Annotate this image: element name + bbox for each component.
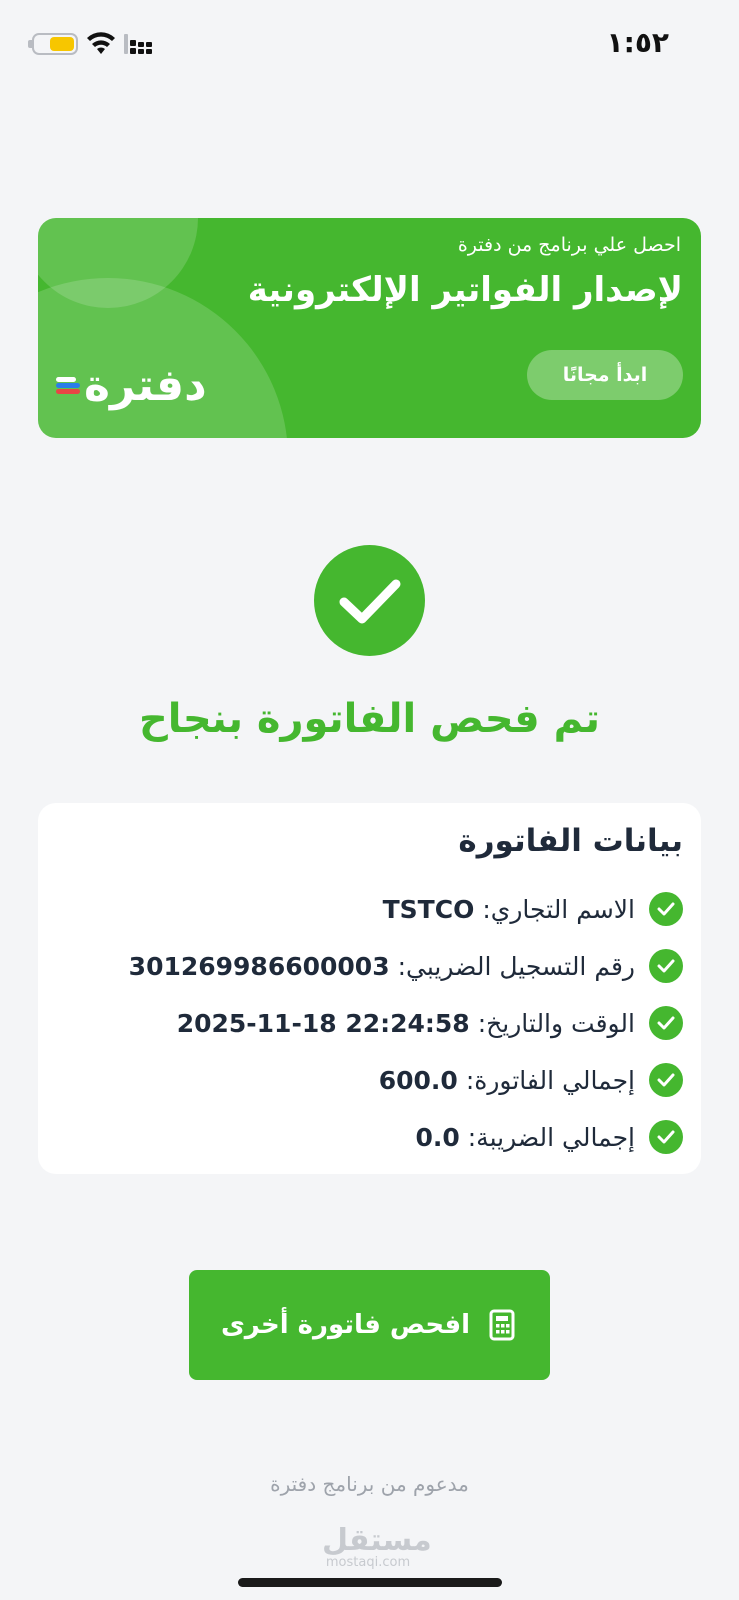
detail-label: رقم التسجيل الضريبي:: [397, 951, 635, 981]
check-circle-icon: [649, 1063, 683, 1097]
button-label: افحص فاتورة أخرى: [220, 1310, 471, 1340]
watermark-arabic: مستقل: [322, 1523, 432, 1558]
wifi-icon: [87, 32, 115, 54]
check-icon: [314, 545, 425, 656]
cellular-signal-icon: [124, 34, 152, 54]
detail-row-tax-number: رقم التسجيل الضريبي: 301269986600003: [129, 946, 683, 986]
detail-value: 600.0: [378, 1065, 458, 1095]
detail-row-datetime: الوقت والتاريخ: 2025-11-18 22:24:58: [177, 1003, 683, 1043]
promo-banner[interactable]: احصل علي برنامج من دفترة لإصدار الفواتير…: [38, 218, 701, 438]
success-message: تم فحص الفاتورة بنجاح: [138, 696, 601, 742]
detail-row-invoice-total: إجمالي الفاتورة: 600.0: [379, 1060, 683, 1100]
home-indicator[interactable]: [238, 1578, 502, 1587]
watermark-latin: mostaqi.com: [325, 1555, 411, 1570]
invoice-details-card: بيانات الفاتورة الاسم التجاري: TSTCO رقم…: [38, 803, 701, 1174]
check-circle-icon: [649, 949, 683, 983]
detail-value: 301269986600003: [128, 951, 390, 981]
check-circle-icon: [649, 1120, 683, 1154]
check-circle-icon: [649, 1006, 683, 1040]
detail-value: 0.0: [415, 1122, 460, 1152]
banner-title: لإصدار الفواتير الإلكترونية: [247, 270, 683, 310]
powered-by-text: مدعوم من برنامج دفترة: [270, 1472, 469, 1496]
status-time: ١:٥٢: [606, 26, 669, 59]
status-bar: ١:٥٢: [0, 0, 739, 90]
mostaqi-watermark: مستقل mostaqi.com: [322, 1523, 432, 1570]
detail-label: إجمالي الفاتورة:: [465, 1065, 635, 1095]
banner-subtitle: احصل علي برنامج من دفترة: [457, 234, 681, 256]
check-another-invoice-button[interactable]: افحص فاتورة أخرى: [189, 1270, 550, 1380]
card-title: بيانات الفاتورة: [458, 823, 683, 859]
detail-value: TSTCO: [382, 894, 475, 924]
detail-label: الوقت والتاريخ:: [477, 1008, 635, 1038]
start-free-button[interactable]: ابدأ مجانًا: [527, 350, 683, 400]
detail-row-trade-name: الاسم التجاري: TSTCO: [383, 889, 683, 929]
detail-label: إجمالي الضريبة:: [467, 1122, 635, 1152]
check-circle-icon: [649, 892, 683, 926]
detail-row-tax-total: إجمالي الضريبة: 0.0: [415, 1117, 683, 1157]
logo-text: دفترة: [84, 360, 207, 411]
logo-mark-icon: [56, 373, 82, 399]
calculator-icon: [489, 1309, 515, 1341]
daftra-logo: دفترة: [56, 360, 207, 411]
battery-level: [50, 37, 74, 51]
battery-icon: [28, 33, 78, 55]
detail-label: الاسم التجاري:: [482, 894, 635, 924]
detail-value: 2025-11-18 22:24:58: [176, 1008, 470, 1038]
